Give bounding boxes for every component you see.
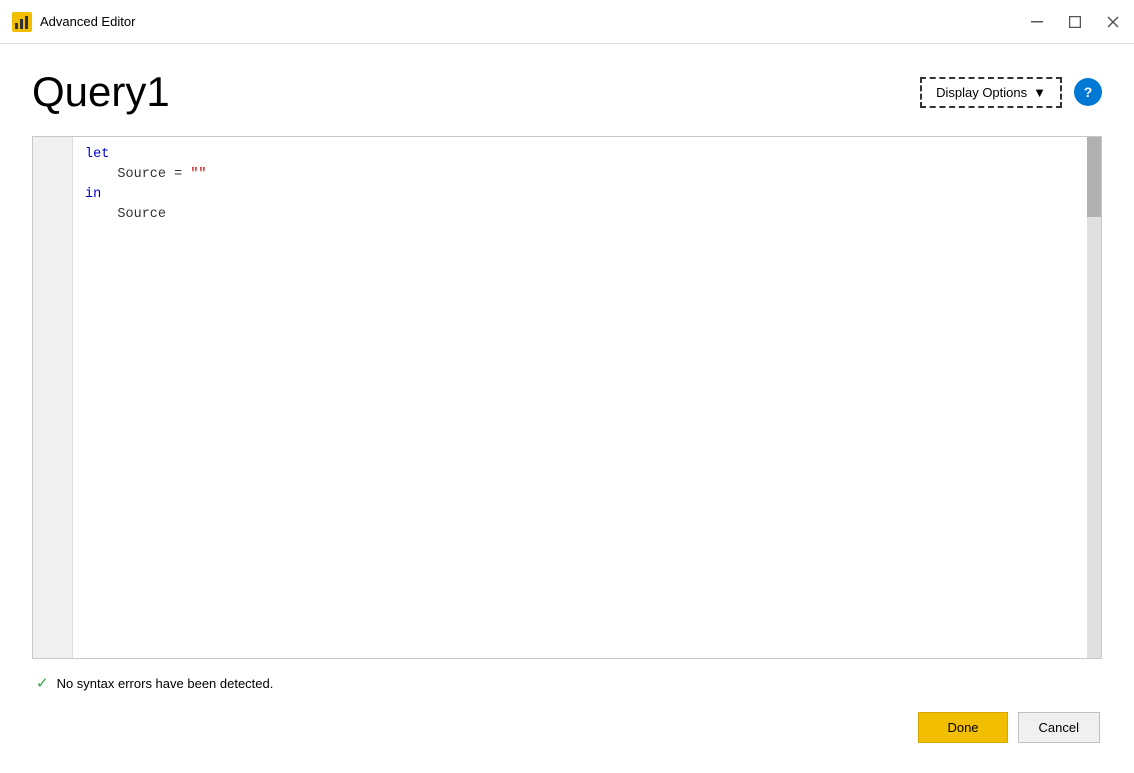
display-options-label: Display Options: [936, 85, 1027, 100]
code-line-1: let: [85, 145, 1075, 165]
display-options-button[interactable]: Display Options ▼: [920, 77, 1062, 108]
code-content[interactable]: let Source = "" in Source: [73, 137, 1087, 658]
header-row: Query1 Display Options ▼ ?: [32, 68, 1102, 116]
vertical-scrollbar[interactable]: [1087, 137, 1101, 658]
code-source-ref: Source: [117, 207, 166, 222]
app-icon: [12, 12, 32, 32]
footer-row: Done Cancel: [32, 701, 1102, 753]
header-actions: Display Options ▼ ?: [920, 77, 1102, 108]
title-bar-text: Advanced Editor: [40, 14, 1028, 29]
title-bar: Advanced Editor: [0, 0, 1134, 44]
code-line-4: Source: [85, 205, 1075, 225]
keyword-in: in: [85, 187, 101, 202]
code-editor[interactable]: let Source = "" in Source: [32, 136, 1102, 659]
cancel-button[interactable]: Cancel: [1018, 712, 1100, 743]
code-line-2: Source = "": [85, 165, 1075, 185]
maximize-button[interactable]: [1066, 13, 1084, 31]
line-number-4: [33, 205, 72, 225]
line-number-2: [33, 165, 72, 185]
minimize-button[interactable]: [1028, 13, 1046, 31]
line-number-1: [33, 145, 72, 165]
content-area: Query1 Display Options ▼ ? let S: [0, 44, 1134, 773]
code-line-3: in: [85, 185, 1075, 205]
close-button[interactable]: [1104, 13, 1122, 31]
status-bar: ✓ No syntax errors have been detected.: [32, 665, 1102, 701]
help-button[interactable]: ?: [1074, 78, 1102, 106]
scrollbar-thumb[interactable]: [1087, 137, 1101, 217]
done-button[interactable]: Done: [918, 712, 1007, 743]
line-number-3: [33, 185, 72, 205]
line-numbers: [33, 137, 73, 658]
code-string-value: "": [190, 167, 206, 182]
checkmark-icon: ✓: [36, 674, 49, 692]
advanced-editor-window: Advanced Editor Query1 Display Options: [0, 0, 1134, 773]
dropdown-chevron-icon: ▼: [1033, 85, 1046, 100]
keyword-let: let: [85, 147, 109, 162]
title-bar-controls: [1028, 13, 1122, 31]
code-source-assign: Source =: [117, 167, 190, 182]
query-title: Query1: [32, 68, 170, 116]
status-message: No syntax errors have been detected.: [57, 676, 274, 691]
